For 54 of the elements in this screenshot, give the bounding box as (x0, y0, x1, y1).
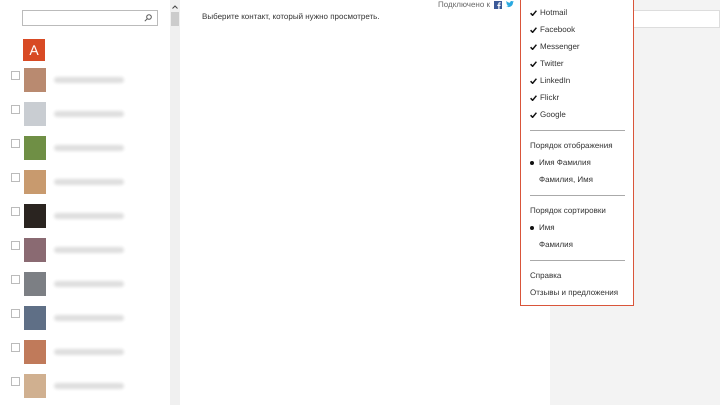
contact-checkbox[interactable] (11, 275, 20, 284)
network-menu-item[interactable]: Messenger (530, 38, 625, 55)
blurred-name-drawing (54, 349, 124, 355)
connected-label: Подключено к (438, 0, 490, 9)
network-menu-item[interactable]: LinkedIn (530, 72, 625, 89)
photo-placeholder (24, 306, 46, 330)
photo-placeholder (24, 340, 46, 364)
search-icon (144, 14, 152, 22)
search-field[interactable] (22, 10, 158, 26)
blurred-name-drawing (54, 179, 124, 185)
facebook-icon[interactable] (494, 0, 502, 8)
photo-placeholder (24, 238, 46, 262)
menu-link[interactable]: Справка (530, 267, 625, 284)
contact-checkbox[interactable] (11, 207, 20, 216)
blurred-name-drawing (54, 77, 124, 83)
menu-option[interactable]: Фамилия, Имя (530, 171, 625, 188)
network-menu-item[interactable]: Google (530, 106, 625, 123)
contact-checkbox[interactable] (11, 71, 20, 80)
blurred-name-drawing (54, 315, 124, 321)
contact-checkbox[interactable] (11, 241, 20, 250)
blurred-name-drawing (54, 111, 124, 117)
bird-icon[interactable] (506, 1, 514, 8)
network-menu-item[interactable]: Hotmail (530, 4, 625, 21)
contact-checkbox[interactable] (11, 139, 20, 148)
scrollbar-thumb[interactable] (171, 12, 179, 26)
photo-placeholder (24, 136, 46, 160)
menu-option[interactable]: Фамилия (530, 236, 625, 253)
blurred-name-drawing (54, 383, 124, 389)
blurred-name-drawing (54, 247, 124, 253)
contact-checkbox[interactable] (11, 309, 20, 318)
network-menu-item[interactable]: Flickr (530, 89, 625, 106)
menu-option[interactable]: Имя (530, 219, 625, 236)
blurred-name-drawing (54, 281, 124, 287)
blurred-name-drawing (54, 213, 124, 219)
photo-placeholder (24, 272, 46, 296)
hint-text: Выберите контакт, который нужно просмотреть. (202, 12, 380, 21)
photo-placeholder (24, 204, 46, 228)
contact-checkbox[interactable] (11, 173, 20, 182)
photo-placeholder (24, 102, 46, 126)
photo-placeholder (24, 374, 46, 398)
network-menu-item[interactable]: Twitter (530, 55, 625, 72)
contact-checkbox[interactable] (11, 377, 20, 386)
blurred-name-drawing (54, 145, 124, 151)
menu-option[interactable]: Имя Фамилия (530, 154, 625, 171)
network-menu-item[interactable]: Facebook (530, 21, 625, 38)
scroll-up-icon[interactable] (172, 5, 178, 9)
photo-placeholder (24, 170, 46, 194)
menu-link[interactable]: Отзывы и предложения (530, 284, 625, 301)
section-title: Порядок отображения (530, 140, 614, 152)
photo-placeholder (24, 68, 46, 92)
contact-checkbox[interactable] (11, 105, 20, 114)
index-letter[interactable]: А (23, 39, 45, 61)
contact-checkbox[interactable] (11, 343, 20, 352)
section-title: Порядок сортировки (530, 205, 607, 217)
